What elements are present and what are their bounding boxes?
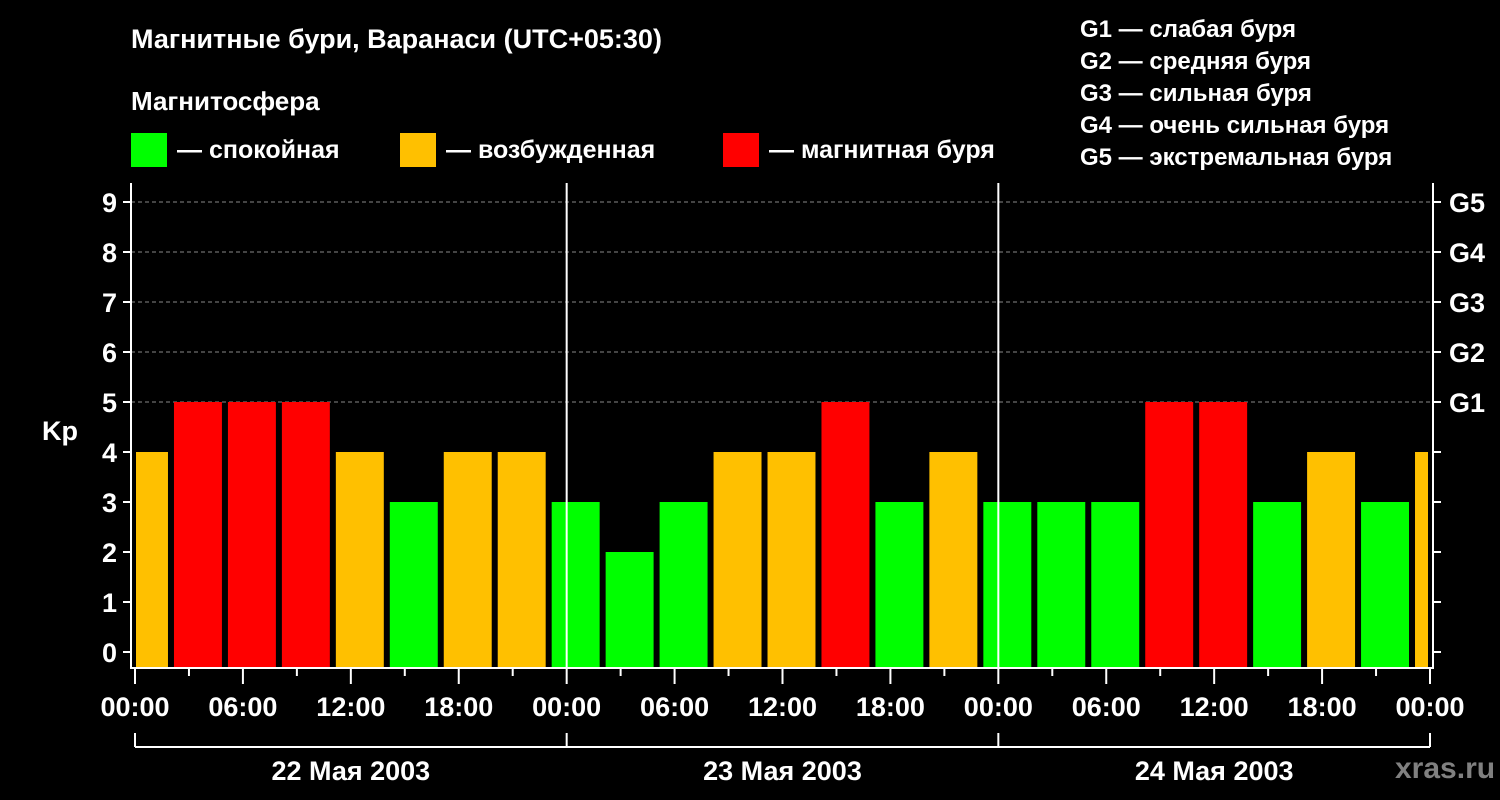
kp-bar [821,402,870,668]
y-tick-label: 2 [102,538,117,568]
x-tick-label: 00:00 [532,692,601,722]
g-level-label: G4 [1449,238,1485,268]
legend-swatch [400,133,436,167]
y-tick-label: 5 [102,388,117,418]
kp-bar [1199,402,1248,668]
kp-bar [389,502,438,668]
legend-swatch [723,133,759,167]
x-tick-label: 06:00 [640,692,709,722]
kp-bar [227,402,276,668]
g-level-label: G3 [1449,288,1485,318]
y-tick-label: 6 [102,338,117,368]
kp-bar [1307,452,1356,668]
y-tick-label: 3 [102,488,117,518]
kp-bar [983,502,1032,668]
kp-bar [497,452,546,668]
kp-bar [1361,502,1410,668]
g-level-label: G2 [1449,338,1485,368]
legend-label: — спокойная [177,135,340,164]
y-tick-label: 0 [102,638,117,668]
x-tick-label: 18:00 [1288,692,1357,722]
kp-bar [767,452,816,668]
g-scale-item: G5 — экстремальная буря [1080,144,1393,171]
legend-label: — магнитная буря [769,135,995,164]
day-label: 23 Мая 2003 [703,756,862,786]
day-label: 22 Мая 2003 [271,756,430,786]
kp-bar [929,452,978,668]
y-tick-label: 8 [102,238,117,268]
legend-label: — возбужденная [446,135,656,164]
x-tick-label: 00:00 [100,692,169,722]
credit[interactable]: xras.ru [1395,752,1495,786]
kp-bar [1145,402,1194,668]
x-tick-label: 00:00 [964,692,1033,722]
x-tick-label: 06:00 [1072,692,1141,722]
kp-bar [335,452,384,668]
kp-bar [659,502,708,668]
x-tick-label: 18:00 [424,692,493,722]
x-tick-label: 06:00 [208,692,277,722]
legend-item-storm: — магнитная буря [723,133,995,167]
g-level-label: G5 [1449,188,1485,218]
x-tick-label: 12:00 [1180,692,1249,722]
x-tick-label: 12:00 [316,692,385,722]
legend-title: Магнитосфера [131,86,320,116]
kp-bar [281,402,330,668]
kp-bar [1037,502,1086,668]
y-axis-label: Kp [42,416,78,446]
legend-item-active: — возбужденная [400,133,655,167]
g-scale-legend: G1 — слабая буря G2 — средняя буря G3 — … [1080,14,1392,174]
bars [136,402,1428,668]
kp-bar [605,552,654,668]
g-scale-item: G1 — слабая буря [1080,16,1297,43]
y-tick-label: 1 [102,588,117,618]
kp-bar [551,502,600,668]
kp-bar [136,452,168,668]
kp-bar [443,452,492,668]
g-level-label: G1 [1449,388,1485,418]
kp-bar [1253,502,1302,668]
g-scale-item: G4 — очень сильная буря [1080,112,1390,139]
kp-bar [173,402,222,668]
x-tick-label: 00:00 [1395,692,1464,722]
chart-title: Магнитные бури, Варанаси (UTC+05:30) [131,24,662,54]
kp-bar [1415,452,1428,668]
legend-item-quiet: — спокойная [131,133,340,167]
y-tick-label: 7 [102,288,117,318]
legend-swatch [131,133,167,167]
kp-bar [713,452,762,668]
y-tick-label: 9 [102,188,117,218]
kp-bar [875,502,924,668]
x-tick-label: 18:00 [856,692,925,722]
y-tick-label: 4 [102,438,117,468]
kp-bar [1091,502,1140,668]
g-scale-item: G3 — сильная буря [1080,80,1312,107]
g-scale-item: G2 — средняя буря [1080,48,1311,75]
x-tick-label: 12:00 [748,692,817,722]
day-label: 24 Мая 2003 [1135,756,1294,786]
